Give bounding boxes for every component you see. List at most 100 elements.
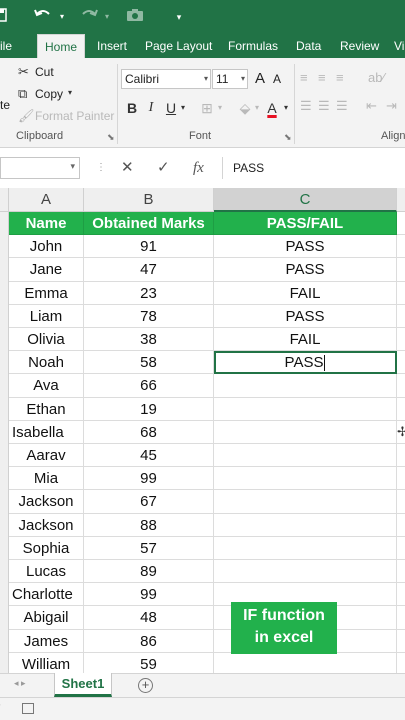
marks-cell[interactable]: 68	[84, 420, 214, 444]
marks-cell[interactable]: 66	[84, 374, 214, 398]
align-bottom-icon[interactable]: ≡	[336, 70, 344, 85]
table-cell[interactable]	[397, 514, 405, 537]
result-cell[interactable]	[214, 467, 397, 491]
result-cell[interactable]	[214, 536, 397, 560]
name-cell[interactable]: Liam	[9, 304, 84, 328]
result-cell[interactable]	[214, 374, 397, 398]
result-cell[interactable]	[214, 397, 397, 421]
marks-cell[interactable]: 23	[84, 281, 214, 305]
marks-cell[interactable]: 45	[84, 444, 214, 468]
decrease-indent-icon[interactable]: ⇤	[366, 98, 377, 114]
table-cell[interactable]	[397, 374, 405, 398]
underline-dropdown-icon[interactable]: ▾	[178, 98, 188, 118]
name-cell[interactable]: Isabella	[9, 420, 84, 444]
font-color-dropdown-icon[interactable]: ▾	[281, 98, 291, 118]
name-cell[interactable]: Ethan	[9, 397, 84, 421]
result-cell[interactable]	[214, 420, 397, 444]
cancel-entry-button[interactable]: ✕	[121, 159, 134, 177]
table-cell[interactable]	[397, 537, 405, 560]
shrink-font-button[interactable]: A	[273, 72, 281, 86]
formula-input[interactable]: PASS	[222, 157, 405, 179]
enter-entry-button[interactable]: ✓	[157, 159, 170, 177]
sheet-nav-icon[interactable]: ◂ ▸	[14, 678, 26, 689]
table-cell[interactable]	[397, 258, 405, 282]
column-header-c[interactable]: C	[214, 188, 397, 212]
column-header-d[interactable]	[397, 188, 405, 212]
name-cell[interactable]: Sophia	[9, 536, 84, 560]
column-header-a[interactable]: A	[9, 188, 84, 212]
result-cell[interactable]	[214, 444, 397, 468]
result-cell[interactable]	[214, 513, 397, 537]
marks-cell[interactable]: 88	[84, 513, 214, 537]
name-cell[interactable]: John	[9, 235, 84, 259]
column-header-b[interactable]: B	[84, 188, 214, 212]
increase-indent-icon[interactable]: ⇥	[386, 98, 397, 114]
font-launcher-icon[interactable]: ⬊	[284, 132, 292, 143]
customize-qat-icon[interactable]: ▾	[172, 7, 186, 27]
tab-insert[interactable]: Insert	[91, 34, 133, 58]
borders-icon[interactable]: ⊞	[198, 98, 216, 118]
font-size-select[interactable]: 11 ▾	[212, 69, 248, 89]
fill-dropdown-icon[interactable]: ▾	[252, 98, 262, 118]
table-cell[interactable]	[397, 444, 405, 468]
italic-button[interactable]: I	[142, 98, 160, 118]
name-box[interactable]: ▾	[0, 157, 80, 179]
result-cell[interactable]: PASS	[214, 304, 397, 328]
name-cell[interactable]: Emma	[9, 281, 84, 305]
align-center-icon[interactable]: ☰	[318, 98, 330, 114]
marks-cell[interactable]: 91	[84, 235, 214, 259]
name-cell[interactable]: James	[9, 629, 84, 653]
table-cell[interactable]	[397, 467, 405, 491]
header-cell-marks[interactable]: Obtained Marks	[84, 212, 214, 236]
marks-cell[interactable]: 89	[84, 560, 214, 584]
borders-dropdown-icon[interactable]: ▾	[215, 98, 225, 118]
tab-home[interactable]: Home	[37, 34, 85, 58]
cut-button[interactable]: Cut	[35, 65, 54, 79]
name-cell[interactable]: Abigail	[9, 606, 84, 630]
table-cell[interactable]	[397, 606, 405, 630]
name-cell[interactable]: Aarav	[9, 444, 84, 468]
table-cell[interactable]	[397, 630, 405, 653]
table-cell[interactable]	[397, 351, 405, 375]
camera-icon[interactable]	[124, 7, 146, 27]
orientation-icon[interactable]: ab⁄	[368, 70, 385, 85]
save-icon[interactable]	[0, 7, 8, 27]
tab-formulas[interactable]: Formulas	[222, 34, 284, 58]
result-cell[interactable]: FAIL	[214, 328, 397, 352]
result-cell[interactable]: PASS	[214, 258, 397, 282]
undo-dropdown-icon[interactable]: ▾	[57, 7, 67, 27]
align-top-icon[interactable]: ≡	[300, 70, 308, 85]
marks-cell[interactable]: 67	[84, 490, 214, 514]
undo-icon[interactable]	[32, 7, 54, 27]
name-cell[interactable]: Noah	[9, 351, 84, 375]
name-cell[interactable]: Mia	[9, 467, 84, 491]
marks-cell[interactable]: 58	[84, 351, 214, 375]
grow-font-button[interactable]: A	[255, 70, 265, 87]
copy-icon[interactable]: ⧉	[18, 86, 27, 102]
format-painter-icon[interactable]: 🖌	[18, 108, 35, 124]
insert-function-button[interactable]: fx	[193, 159, 204, 177]
name-cell[interactable]: Jane	[9, 258, 84, 282]
sheet-tab-sheet1[interactable]: Sheet1	[54, 673, 112, 697]
align-left-icon[interactable]: ☰	[300, 98, 312, 114]
table-cell[interactable]	[397, 490, 405, 514]
tab-page-layout[interactable]: Page Layout	[139, 34, 218, 58]
macro-record-icon[interactable]	[22, 703, 34, 714]
select-all-corner[interactable]	[0, 188, 9, 212]
result-cell[interactable]: PASS	[214, 351, 397, 375]
marks-cell[interactable]: 99	[84, 467, 214, 491]
format-painter-button[interactable]: Format Painter	[35, 109, 114, 123]
clipboard-launcher-icon[interactable]: ⬊	[107, 132, 115, 143]
marks-cell[interactable]: 47	[84, 258, 214, 282]
scissors-icon[interactable]: ✂	[18, 64, 29, 80]
name-cell[interactable]: Lucas	[9, 560, 84, 584]
marks-cell[interactable]: 99	[84, 583, 214, 607]
copy-button[interactable]: Copy	[35, 87, 63, 101]
bold-button[interactable]: B	[123, 98, 141, 118]
tab-view[interactable]: Vi	[388, 34, 405, 58]
table-cell[interactable]	[397, 583, 405, 607]
font-name-select[interactable]: Calibri ▾	[121, 69, 211, 89]
table-cell[interactable]	[397, 398, 405, 421]
tab-data[interactable]: Data	[290, 34, 327, 58]
copy-dropdown-icon[interactable]: ▾	[68, 88, 72, 97]
